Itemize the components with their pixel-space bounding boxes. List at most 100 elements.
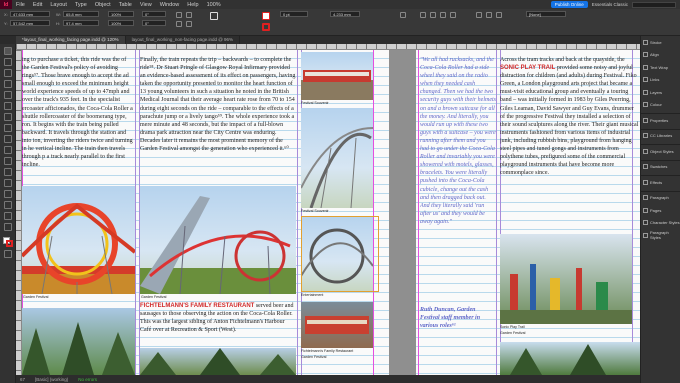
x-field[interactable]: 47.633 mm xyxy=(10,11,50,17)
sonic-play-trail-photo[interactable] xyxy=(500,234,632,324)
fx-icon[interactable] xyxy=(400,12,406,18)
align-left-icon[interactable] xyxy=(486,12,492,18)
flip-horizontal-icon[interactable] xyxy=(186,12,192,18)
preflight-status[interactable]: No errors xyxy=(78,377,97,382)
gradient-tool-icon[interactable] xyxy=(3,179,12,187)
quote-attribution[interactable]: Ruth Duncan, Garden Festival staff membe… xyxy=(420,306,496,334)
workspace-switcher[interactable]: Essentials Classic xyxy=(592,2,628,7)
panel-properties[interactable]: Properties xyxy=(641,114,680,127)
fill-stroke-swatch-icon[interactable] xyxy=(2,237,13,247)
w-field[interactable]: 65.8 mm xyxy=(63,11,99,17)
panel-links[interactable]: Links xyxy=(641,74,680,87)
panel-cc-libraries[interactable]: CC Libraries xyxy=(641,130,680,143)
selected-frame[interactable] xyxy=(301,216,379,292)
menu-edit[interactable]: Edit xyxy=(33,2,42,8)
fill-swatch-icon[interactable] xyxy=(262,12,270,20)
object-style-dropdown[interactable]: [None] xyxy=(526,11,566,17)
panel-paragraph-styles[interactable]: Paragraph Styles xyxy=(641,229,680,242)
coaster-tower-photo[interactable] xyxy=(301,108,373,208)
image-caption: Fichtelmann's Family Restaurant xyxy=(301,349,354,353)
hand-tool-icon[interactable] xyxy=(3,212,12,220)
stroke-swatch-icon[interactable] xyxy=(262,23,270,31)
free-transform-tool-icon[interactable] xyxy=(3,168,12,176)
panel-text-wrap[interactable]: Text Wrap xyxy=(641,61,680,74)
zoom-level[interactable]: 100% xyxy=(207,2,221,8)
master-style[interactable]: [Basic] (working) xyxy=(35,377,68,382)
tab-non-facing-page[interactable]: layout_final_working_non-facing page.ind… xyxy=(126,36,241,44)
panel-character-styles[interactable]: Character Styles xyxy=(641,217,680,230)
pencil-tool-icon[interactable] xyxy=(3,124,12,132)
rotate-ccw-icon[interactable] xyxy=(176,21,182,27)
screen-mode-icon[interactable] xyxy=(3,250,12,258)
shear-field[interactable]: 0° xyxy=(142,20,166,26)
body-text-frame-1[interactable]: ing to purchase a ticket, this ride was … xyxy=(22,56,135,184)
trees-photo[interactable] xyxy=(22,308,135,375)
scissors-tool-icon[interactable] xyxy=(3,157,12,165)
fit-frame-icon[interactable] xyxy=(430,12,436,18)
selection-tool-icon[interactable] xyxy=(3,47,12,55)
restaurant-text-frame[interactable]: FICHTELMANN'S FAMILY RESTAURANT served b… xyxy=(140,302,296,344)
menu-layout[interactable]: Layout xyxy=(50,2,67,8)
trees-photo-3[interactable] xyxy=(500,342,640,375)
center-content-icon[interactable] xyxy=(440,12,446,18)
paragraph-icon xyxy=(643,195,648,201)
coaster-loop-photo[interactable] xyxy=(22,186,135,294)
text-wrap-icon xyxy=(643,64,648,70)
zoom-tool-icon[interactable] xyxy=(3,223,12,231)
search-input[interactable] xyxy=(632,1,676,8)
eyedropper-tool-icon[interactable] xyxy=(3,201,12,209)
menu-view[interactable]: View xyxy=(140,2,152,8)
red-train-photo[interactable] xyxy=(301,52,373,100)
text-wrap-icon[interactable] xyxy=(476,12,482,18)
rotate-cw-icon[interactable] xyxy=(176,12,182,18)
document-tabs: *layout_final_working_facing page.indd @… xyxy=(16,36,640,44)
coaster-lift-photo[interactable] xyxy=(140,186,296,294)
page-tool-icon[interactable] xyxy=(3,69,12,77)
menu-window[interactable]: Window xyxy=(160,2,180,8)
menu-help[interactable]: Help xyxy=(187,2,198,8)
panel-layers[interactable]: Layers xyxy=(641,86,680,99)
scale-x-field[interactable]: 100% xyxy=(108,11,134,17)
trees-photo-2[interactable] xyxy=(140,348,296,375)
h-field[interactable]: 97.4 mm xyxy=(63,20,99,26)
image-caption: Garden Festival xyxy=(500,331,526,335)
restaurant-photo[interactable] xyxy=(301,302,373,348)
page-number-field[interactable]: 67 xyxy=(20,377,25,382)
scale-y-field[interactable]: 100% xyxy=(108,20,134,26)
select-container-icon[interactable] xyxy=(210,12,218,20)
gap-tool-icon[interactable] xyxy=(3,80,12,88)
body-text-frame-2[interactable]: Finally, the train repeats the trip – ba… xyxy=(140,56,296,184)
line-tool-icon[interactable] xyxy=(3,102,12,110)
panel-align[interactable]: Align xyxy=(641,49,680,62)
menu-type[interactable]: Type xyxy=(75,2,87,8)
panel-colour[interactable]: Colour xyxy=(641,99,680,112)
panel-stroke[interactable]: Stroke xyxy=(641,36,680,49)
type-tool-icon[interactable] xyxy=(3,91,12,99)
note-tool-icon[interactable] xyxy=(3,190,12,198)
menu-object[interactable]: Object xyxy=(95,2,111,8)
panel-paragraph[interactable]: Paragraph xyxy=(641,192,680,205)
publish-online-button[interactable]: Publish Online xyxy=(550,1,588,8)
menu-table[interactable]: Table xyxy=(119,2,132,8)
tab-facing-page[interactable]: *layout_final_working_facing page.indd @… xyxy=(16,36,126,44)
stroke-weight-field[interactable]: 0 pt xyxy=(280,11,308,17)
panel-effects[interactable]: Effects xyxy=(641,176,680,189)
body-text-frame-4[interactable]: Across the tram tracks and back at the q… xyxy=(500,56,640,231)
rotate-field[interactable]: 0° xyxy=(142,11,166,17)
panel-swatches[interactable]: Swatches xyxy=(641,161,680,174)
panel-pages[interactable]: Pages xyxy=(641,204,680,217)
direct-selection-tool-icon[interactable] xyxy=(3,58,12,66)
y-field[interactable]: 57.542 mm xyxy=(10,20,50,26)
quote-text-frame[interactable]: "We all had rucksacks, and the Coca-Cola… xyxy=(420,56,496,306)
rectangle-tool-icon[interactable] xyxy=(3,146,12,154)
menu-file[interactable]: File xyxy=(16,2,25,8)
pen-tool-icon[interactable] xyxy=(3,113,12,121)
flip-vertical-icon[interactable] xyxy=(186,21,192,27)
font-size-field[interactable]: 4.233 mm xyxy=(330,11,360,17)
document-canvas[interactable]: ing to purchase a ticket, this ride was … xyxy=(22,50,640,375)
rectangle-frame-tool-icon[interactable] xyxy=(3,135,12,143)
fill-frame-icon[interactable] xyxy=(450,12,456,18)
panel-object-styles[interactable]: Object Styles xyxy=(641,145,680,158)
align-center-icon[interactable] xyxy=(496,12,502,18)
fit-content-icon[interactable] xyxy=(420,12,426,18)
